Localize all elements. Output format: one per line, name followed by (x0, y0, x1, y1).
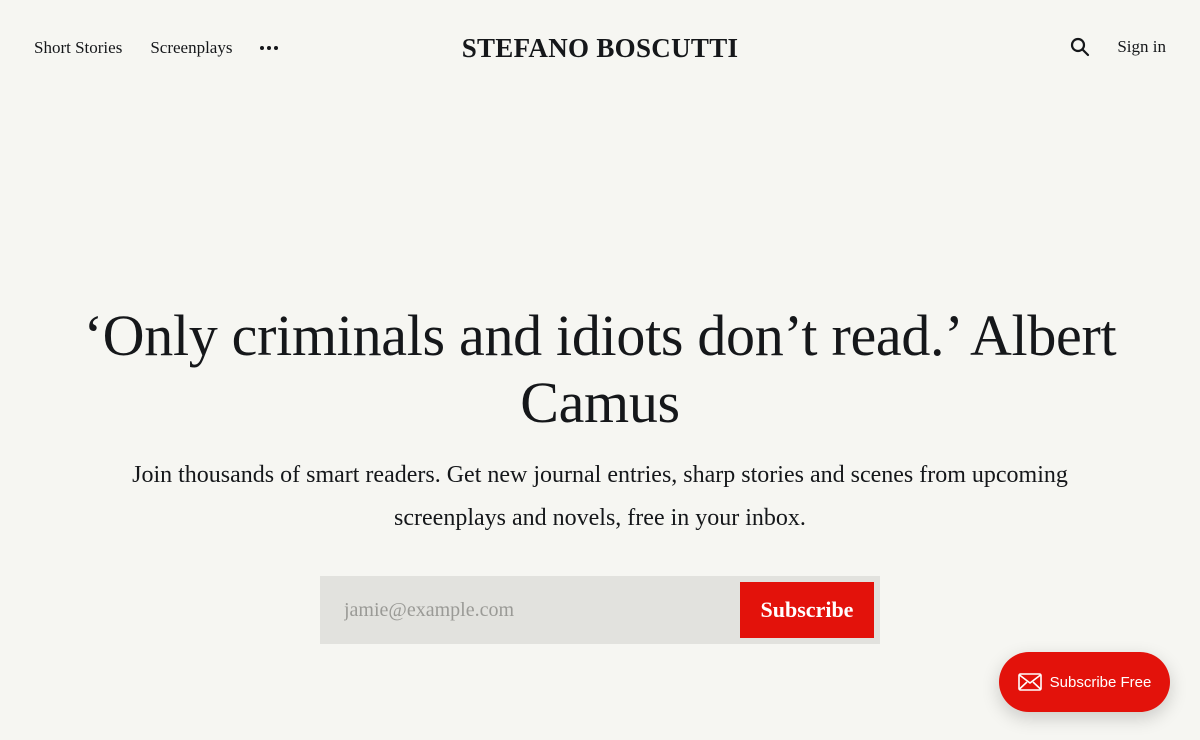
hero-section: ‘Only criminals and idiots don’t read.’ … (0, 302, 1200, 540)
envelope-icon (1017, 673, 1042, 691)
site-header: Short Stories Screenplays STEFANO BOSCUT… (0, 0, 1200, 100)
subscribe-free-button[interactable]: Subscribe Free (999, 652, 1170, 712)
subscribe-free-label: Subscribe Free (1049, 673, 1152, 691)
site-title-link[interactable]: STEFANO BOSCUTTI (462, 33, 739, 63)
subscribe-button[interactable]: Subscribe (740, 582, 874, 638)
hero-subtext: Join thousands of smart readers. Get new… (132, 462, 1068, 531)
hero-headline: ‘Only criminals and idiots don’t read.’ … (83, 303, 1117, 435)
signup-form: Subscribe (320, 576, 880, 644)
site-title: STEFANO BOSCUTTI (0, 33, 1200, 64)
sign-in-link[interactable]: Sign in (1117, 37, 1166, 57)
search-icon[interactable] (1069, 36, 1091, 58)
email-input[interactable] (320, 576, 740, 644)
header-actions: Sign in (1069, 36, 1166, 58)
